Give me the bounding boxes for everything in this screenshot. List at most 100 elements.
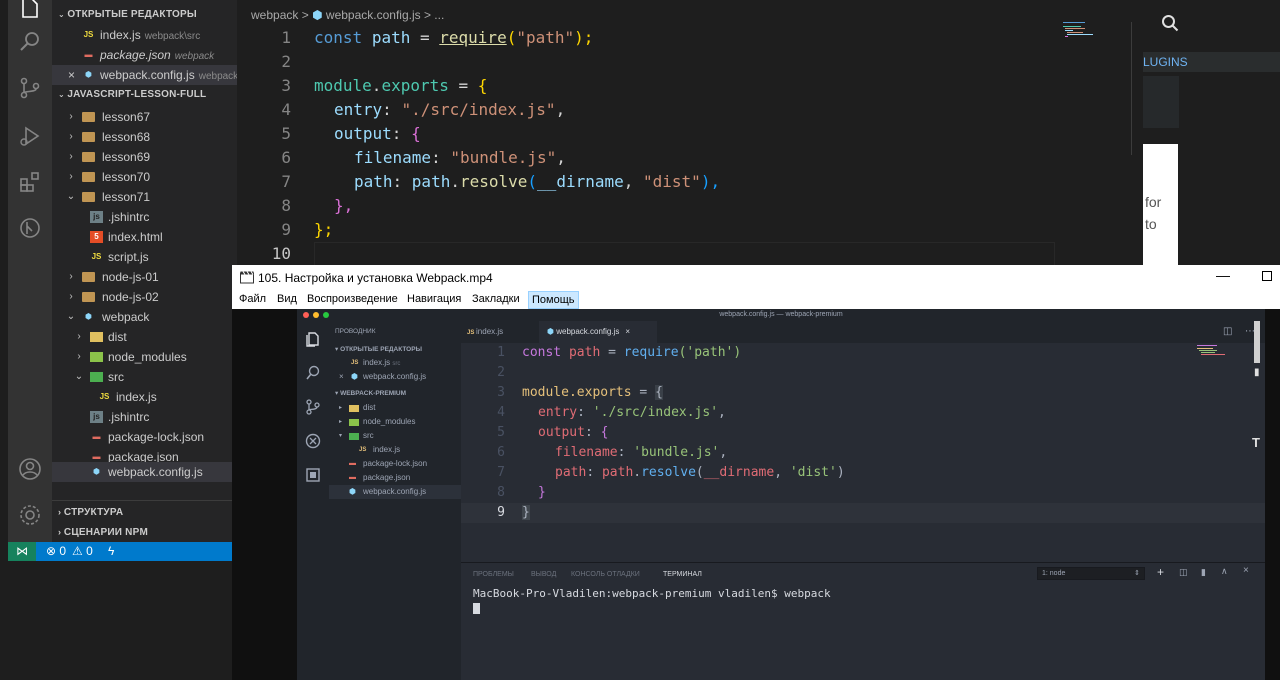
plugins-tab[interactable]: LUGINS [1143, 52, 1280, 72]
terminal-select[interactable]: 1: node ⇕ [1037, 567, 1145, 580]
mac-open-editor-index-js[interactable]: JS index.js src [329, 356, 461, 370]
tree-file-src-index-js[interactable]: JS index.js [52, 387, 237, 407]
mac-terminal-panel: ПРОБЛЕМЫ ВЫВОД КОНСОЛЬ ОТЛАДКИ ТЕРМИНАЛ … [461, 562, 1265, 680]
mac-tree-webpack-config[interactable]: ⬢ webpack.config.js [329, 485, 461, 499]
close-icon[interactable]: × [68, 65, 75, 85]
remote-icon[interactable]: ⋈ [8, 542, 36, 561]
close-icon[interactable]: × [339, 370, 344, 384]
split-terminal-icon[interactable]: ◫ [1179, 567, 1188, 578]
mac-tree-package-json[interactable]: ▬ package.json [329, 471, 461, 485]
mac-tab-webpack-config[interactable]: ⬢ webpack.config.js × [539, 321, 657, 343]
tree-folder-node-js-02[interactable]: › node-js-02 [52, 287, 237, 307]
source-control-icon[interactable] [18, 76, 42, 100]
workspace-header[interactable]: ⌄ JAVASCRIPT-LESSON-FULL [52, 85, 237, 105]
menu-file[interactable]: Файл [239, 293, 266, 305]
tree-file-webpack-config[interactable]: ⬢ webpack.config.js [52, 462, 237, 482]
mac-tree-node-modules[interactable]: ▸ node_modules [329, 415, 461, 429]
tree-folder-src[interactable]: ⌄ src [52, 367, 237, 387]
structure-header[interactable]: › СТРУКТУРА [52, 502, 237, 522]
debug-icon[interactable] [305, 433, 321, 449]
mac-close-button[interactable] [303, 312, 309, 318]
scrollbar[interactable] [1131, 22, 1143, 155]
mac-tree-dist[interactable]: ▸ dist [329, 401, 461, 415]
terminal-output[interactable]: MacBook-Pro-Vladilen:webpack-premium vla… [473, 587, 831, 614]
extensions-icon[interactable] [305, 467, 321, 483]
breadcrumb-folder[interactable]: webpack [251, 8, 298, 22]
mac-tree-index-js[interactable]: JS index.js [329, 443, 461, 457]
maximize-button[interactable] [1262, 271, 1272, 281]
menu-playback[interactable]: Воспроизведение [307, 293, 398, 305]
mac-tree-package-lock[interactable]: ▬ package-lock.json [329, 457, 461, 471]
menu-view[interactable]: Вид [277, 293, 297, 305]
open-editor-webpack-config[interactable]: × ⬢ webpack.config.js webpack [52, 65, 237, 85]
panel-tab-terminal[interactable]: ТЕРМИНАЛ [663, 571, 702, 578]
code-line-1: const path = require("path"); [314, 28, 594, 47]
folder-icon [82, 272, 95, 282]
menu-bookmarks[interactable]: Закладки [472, 293, 520, 305]
run-debug-icon[interactable] [18, 124, 42, 148]
open-editors-header[interactable]: ⌄ ОТКРЫТЫЕ РЕДАКТОРЫ [52, 5, 237, 25]
webpack-file-icon: ⬢ [312, 8, 323, 22]
panel-tab-problems[interactable]: ПРОБЛЕМЫ [473, 571, 514, 578]
chevron-up-icon[interactable]: ∧ [1221, 566, 1228, 577]
tree-folder-node-js-01[interactable]: › node-js-01 [52, 267, 237, 287]
tree-file-index-html[interactable]: 5 index.html [52, 227, 237, 247]
search-icon[interactable] [18, 30, 42, 54]
tree-folder-webpack[interactable]: ⌄ ⬢ webpack [52, 307, 237, 327]
line-number: 2 [497, 365, 505, 380]
tree-file-webpack-jshintrc[interactable]: js .jshintrc [52, 407, 237, 427]
tree-file-script-js[interactable]: JS script.js [52, 247, 237, 267]
js-file-icon: JS [83, 30, 94, 39]
source-control-icon[interactable] [305, 399, 321, 415]
mac-open-editors-header[interactable]: ▾ ОТКРЫТЫЕ РЕДАКТОРЫ [335, 345, 422, 353]
mac-open-editor-webpack-config[interactable]: × ⬢ webpack.config.js [329, 370, 461, 384]
split-editor-icon[interactable]: ◫ [1223, 326, 1232, 337]
mac-minimize-button[interactable] [313, 312, 319, 318]
scroll-thumb-icon: ▮ [1254, 367, 1260, 378]
menu-help[interactable]: Помощь [528, 291, 579, 309]
mac-tree-src[interactable]: ▾ src [329, 429, 461, 443]
settings-gear-icon[interactable] [18, 503, 42, 527]
close-icon[interactable]: × [625, 327, 630, 336]
video-scrollbar[interactable] [1254, 321, 1260, 363]
breadcrumb-file[interactable]: webpack.config.js [326, 8, 421, 22]
tree-folder-lesson68[interactable]: › lesson68 [52, 127, 237, 147]
search-icon[interactable] [1161, 14, 1179, 32]
close-icon[interactable]: × [1243, 565, 1249, 576]
tree-folder-lesson67[interactable]: › lesson67 [52, 107, 237, 127]
video-menu-bar: Файл Вид Воспроизведение Навигация Закла… [232, 291, 1280, 309]
panel-tab-debug-console[interactable]: КОНСОЛЬ ОТЛАДКИ [571, 571, 640, 578]
open-editor-index-js[interactable]: JS index.js webpack\src [52, 25, 237, 45]
minimize-button[interactable]: — [1216, 267, 1230, 283]
panel-tab-output[interactable]: ВЫВОД [531, 571, 556, 578]
tree-folder-lesson71[interactable]: ⌄ lesson71 [52, 187, 237, 207]
lightning-icon[interactable]: ϟ [108, 542, 114, 561]
minimap[interactable] [1197, 345, 1247, 357]
warnings-status[interactable]: ⚠ 0 [72, 542, 93, 561]
tree-file-jshintrc[interactable]: js .jshintrc [52, 207, 237, 227]
search-icon[interactable] [305, 365, 321, 381]
line-number: 8 [497, 485, 505, 500]
mac-tab-index-js[interactable]: JS index.js [467, 321, 537, 343]
mac-code-line-6: filename: 'bundle.js', [555, 445, 728, 460]
tree-file-package-lock[interactable]: ▬ package-lock.json [52, 427, 237, 447]
errors-status[interactable]: ⊗ 0 [46, 542, 66, 561]
new-terminal-icon[interactable]: + [1157, 565, 1164, 579]
mac-zoom-button[interactable] [323, 312, 329, 318]
breadcrumb: webpack > ⬢ webpack.config.js > ... [251, 8, 445, 22]
tree-folder-lesson70[interactable]: › lesson70 [52, 167, 237, 187]
menu-navigation[interactable]: Навигация [407, 293, 461, 305]
tree-folder-node-modules[interactable]: › node_modules [52, 347, 237, 367]
git-history-icon[interactable] [18, 216, 42, 240]
mac-project-header[interactable]: ▾ WEBPACK-PREMIUM [335, 389, 406, 397]
extensions-icon[interactable] [18, 170, 42, 194]
open-editor-package-json[interactable]: ▬ package.json webpack [52, 45, 237, 65]
explorer-icon[interactable] [18, 0, 42, 20]
trash-icon[interactable]: ▮ [1201, 567, 1206, 578]
files-icon[interactable] [305, 331, 321, 347]
tree-folder-dist[interactable]: › dist [52, 327, 237, 347]
minimap[interactable] [1063, 20, 1123, 50]
npm-scripts-header[interactable]: › СЦЕНАРИИ NPM [52, 522, 237, 542]
tree-folder-lesson69[interactable]: › lesson69 [52, 147, 237, 167]
account-icon[interactable] [18, 457, 42, 481]
